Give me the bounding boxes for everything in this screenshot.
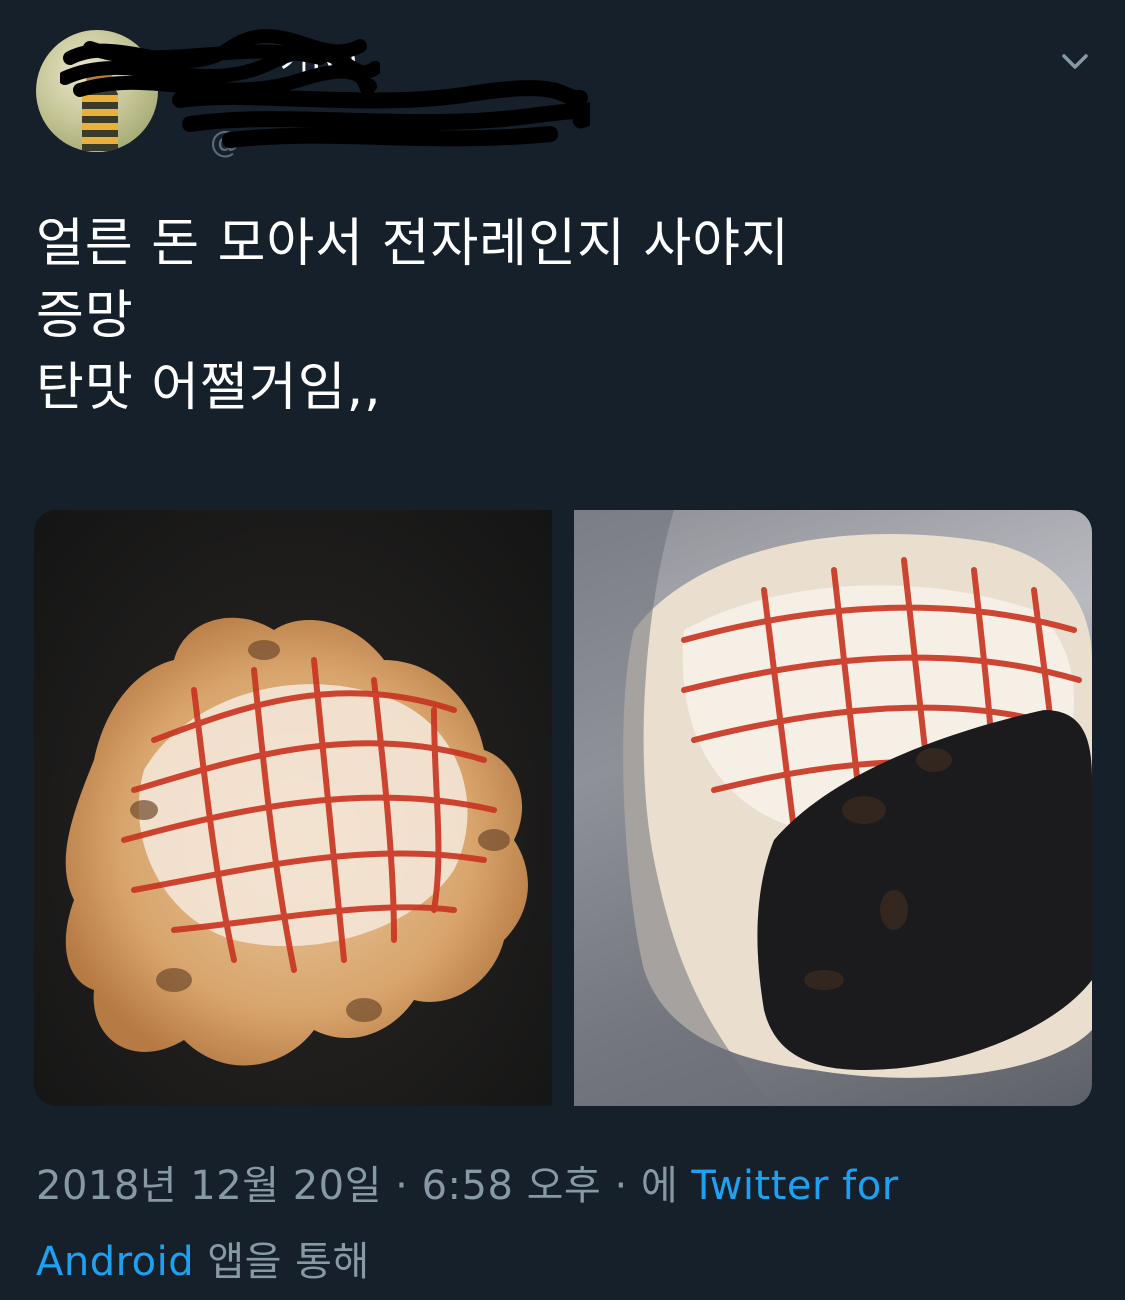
client-link-continued[interactable]: Android xyxy=(36,1239,194,1285)
tweet-text-line: 증망 xyxy=(36,286,134,346)
photo-cheese-bread[interactable] xyxy=(34,510,552,1106)
tweet-date[interactable]: 2018년 12월 20일 xyxy=(36,1163,382,1209)
client-suffix: 앱을 통해 xyxy=(194,1239,370,1285)
tweet-text: 얼른 돈 모아서 전자레인지 사야지 증망 탄맛 어쩔거임,, xyxy=(36,208,1086,424)
scribble-stroke xyxy=(172,80,590,148)
chevron-down-icon[interactable] xyxy=(1058,44,1092,78)
photo-burnt-bread[interactable] xyxy=(574,510,1092,1106)
client-link[interactable]: Twitter for xyxy=(691,1163,898,1209)
tweet-card[interactable]: 가IV) @ 얼른 돈 모아서 전자레인지 사야지 증망 탄맛 어쩔거임,, 2… xyxy=(0,0,1125,1285)
meta-separator: · xyxy=(601,1163,641,1209)
tweet-text-line: 탄맛 어쩔거임,, xyxy=(36,358,382,418)
meta-separator: · xyxy=(381,1163,422,1209)
photo-cheese-bread-illustration xyxy=(65,617,528,1066)
media-grid xyxy=(34,510,1092,1106)
tweet-text-line: 얼른 돈 모아서 전자레인지 사야지 xyxy=(36,214,790,274)
redacted-handle[interactable]: @ xyxy=(170,80,590,160)
client-prefix: 에 xyxy=(640,1163,692,1209)
tweet-meta: 2018년 12월 20일 · 6:58 오후 · 에 Twitter for A… xyxy=(36,1148,1096,1300)
photo-burnt-bread-illustration xyxy=(574,510,1092,1106)
tweet-time[interactable]: 6:58 오후 xyxy=(422,1163,602,1209)
